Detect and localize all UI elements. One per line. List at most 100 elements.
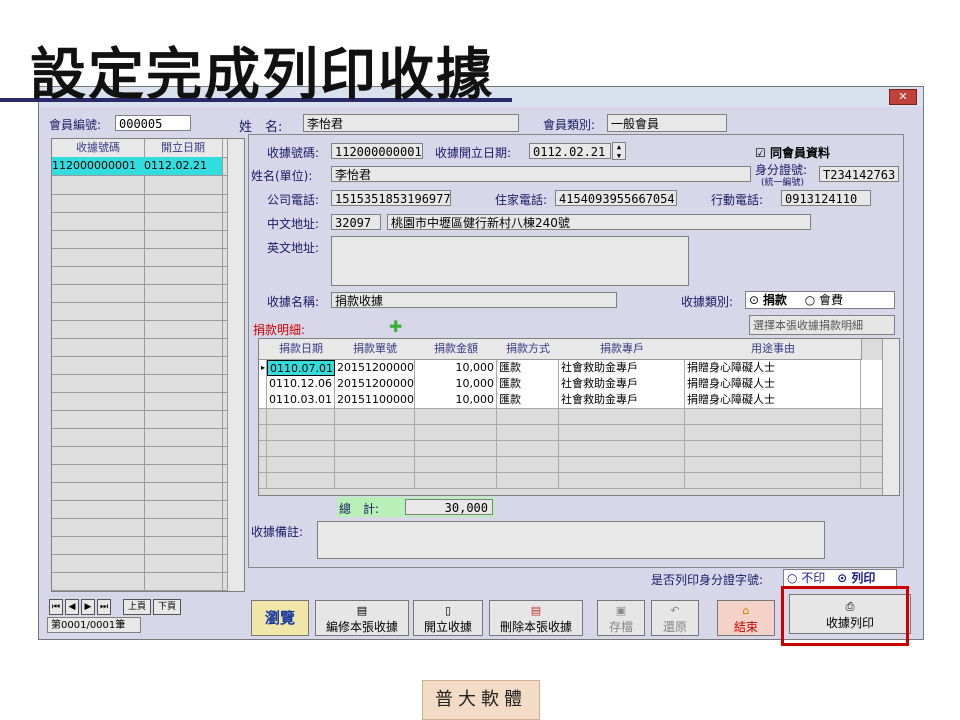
zip-field[interactable]: 32097 bbox=[331, 214, 381, 230]
row-selector[interactable] bbox=[259, 392, 267, 408]
receipt-name-field[interactable]: 捐款收據 bbox=[331, 292, 617, 308]
table-row[interactable] bbox=[52, 302, 244, 321]
select-detail-button[interactable]: 選擇本張收據捐款明細 bbox=[749, 315, 895, 335]
first-record-button[interactable]: ⏮ bbox=[49, 599, 63, 615]
row-selector[interactable] bbox=[259, 408, 267, 424]
table-row[interactable] bbox=[52, 410, 244, 429]
table-row[interactable]: 112000000001 0112.02.21 bbox=[52, 157, 244, 176]
name-field[interactable]: 李怡君 bbox=[303, 114, 519, 132]
cell-empty bbox=[144, 320, 223, 338]
detail-col-header[interactable]: 捐款日期 bbox=[267, 339, 336, 360]
table-row[interactable] bbox=[52, 356, 244, 375]
member-no-field[interactable]: 000005 bbox=[115, 115, 191, 131]
table-row[interactable]: ▸ 0110.07.01 201512000005 10,000 匯款 社會救助金專戶 捐贈… bbox=[259, 360, 883, 377]
edit-receipt-button[interactable]: ▤ 編修本張收據 bbox=[315, 600, 409, 636]
table-row[interactable] bbox=[52, 536, 244, 555]
table-row[interactable] bbox=[52, 428, 244, 447]
exit-label: 結束 bbox=[733, 620, 758, 634]
left-grid-scrollbar[interactable] bbox=[227, 139, 244, 591]
table-row[interactable] bbox=[259, 456, 883, 473]
row-selector[interactable]: ▸ bbox=[259, 360, 267, 376]
next-page-button[interactable]: 下頁 bbox=[153, 599, 181, 615]
detail-col-header[interactable]: 捐款單號 bbox=[335, 339, 416, 360]
issue-date-label: 收據開立日期: bbox=[435, 146, 512, 160]
table-row[interactable] bbox=[52, 248, 244, 267]
create-receipt-button[interactable]: ▯ 開立收據 bbox=[413, 600, 483, 636]
detail-col-header[interactable]: 捐款金額 bbox=[415, 339, 498, 360]
print-id-no-radio[interactable]: ○ 不印 bbox=[787, 571, 825, 585]
print-id-yes-radio[interactable]: ⊙ 列印 bbox=[837, 571, 875, 585]
table-row[interactable] bbox=[52, 212, 244, 231]
table-row[interactable]: 0110.12.06 201512000008 10,000 匯款 社會救助金專戶 捐贈身… bbox=[259, 376, 883, 393]
browse-button[interactable]: 瀏覽 bbox=[251, 600, 309, 636]
detail-col-header[interactable]: 捐款專戶 bbox=[559, 339, 686, 360]
table-row[interactable] bbox=[52, 482, 244, 501]
type-fee-radio[interactable]: ○ 會費 bbox=[805, 293, 843, 307]
row-selector[interactable] bbox=[259, 424, 267, 440]
receipt-no-field[interactable]: 112000000001 bbox=[331, 143, 423, 159]
id-no-field[interactable]: T234142763 bbox=[819, 166, 899, 182]
member-type-label: 會員類別: bbox=[543, 118, 596, 132]
company-phone-field[interactable]: 1515351853196977 bbox=[331, 190, 451, 206]
detail-table-scrollbar[interactable] bbox=[882, 339, 899, 495]
table-row[interactable] bbox=[52, 176, 244, 195]
table-row[interactable] bbox=[52, 284, 244, 303]
mobile-field[interactable]: 0913124110 bbox=[781, 190, 871, 206]
en-address-field[interactable] bbox=[331, 236, 689, 286]
restore-button[interactable]: ↶ 還原 bbox=[651, 600, 699, 636]
table-row[interactable] bbox=[52, 374, 244, 393]
detail-col-header[interactable]: 捐款方式 bbox=[497, 339, 560, 360]
type-fee-label: 會費 bbox=[819, 293, 844, 307]
close-button[interactable]: ✕ bbox=[889, 89, 917, 105]
table-row[interactable] bbox=[52, 554, 244, 573]
table-cell bbox=[267, 408, 335, 424]
same-member-checkbox[interactable]: ☑ 同會員資料 bbox=[755, 144, 830, 161]
table-row[interactable] bbox=[52, 266, 244, 285]
table-row[interactable] bbox=[52, 338, 244, 357]
type-donation-radio[interactable]: ⊙ 捐款 bbox=[749, 293, 787, 307]
remark-field[interactable] bbox=[317, 521, 825, 559]
last-record-button[interactable]: ⏭ bbox=[97, 599, 111, 615]
table-row[interactable] bbox=[259, 424, 883, 441]
mobile-label: 行動電話: bbox=[711, 193, 764, 207]
table-row[interactable] bbox=[52, 500, 244, 519]
row-selector[interactable] bbox=[259, 472, 267, 488]
table-row[interactable] bbox=[52, 230, 244, 249]
prev-record-button[interactable]: ◀ bbox=[65, 599, 79, 615]
exit-button[interactable]: ⌂ 結束 bbox=[717, 600, 775, 636]
date-spinner[interactable]: ▲ ▼ bbox=[612, 142, 626, 160]
delete-receipt-button[interactable]: ▤ 刪除本張收據 bbox=[489, 600, 583, 636]
cell-empty bbox=[144, 302, 223, 320]
table-cell: 匯款 bbox=[497, 360, 559, 376]
table-row[interactable] bbox=[52, 194, 244, 213]
col-header-issue-date[interactable]: 開立日期 bbox=[144, 139, 223, 157]
home-phone-field[interactable]: 4154093955667054 bbox=[555, 190, 677, 206]
table-row[interactable] bbox=[52, 464, 244, 483]
prev-page-button[interactable]: 上頁 bbox=[123, 599, 151, 615]
table-row[interactable]: 0110.03.01 201511000002 10,000 匯款 社會救助金專戶 捐贈身… bbox=[259, 392, 883, 409]
member-type-field[interactable]: 一般會員 bbox=[607, 114, 727, 132]
table-cell bbox=[267, 456, 335, 472]
type-donation-label: 捐款 bbox=[762, 293, 787, 307]
row-selector[interactable] bbox=[259, 440, 267, 456]
restore-label: 還原 bbox=[662, 620, 687, 634]
add-detail-icon[interactable]: ✚ bbox=[389, 317, 402, 336]
table-row[interactable] bbox=[259, 472, 883, 489]
detail-col-header[interactable]: 用途事由 bbox=[685, 339, 862, 360]
name-unit-field[interactable]: 李怡君 bbox=[331, 166, 751, 182]
cn-address-field[interactable]: 桃園市中壢區健行新村八棟240號 bbox=[387, 214, 811, 230]
next-record-button[interactable]: ▶ bbox=[81, 599, 95, 615]
issue-date-field[interactable]: 0112.02.21 bbox=[529, 143, 611, 159]
col-header-receipt-no[interactable]: 收據號碼 bbox=[52, 139, 145, 157]
table-row[interactable] bbox=[52, 320, 244, 339]
table-row[interactable] bbox=[52, 392, 244, 411]
table-row[interactable] bbox=[52, 446, 244, 465]
save-button[interactable]: ▣ 存檔 bbox=[597, 600, 645, 636]
cell-empty bbox=[52, 212, 145, 230]
table-row[interactable] bbox=[52, 572, 244, 591]
table-row[interactable] bbox=[52, 518, 244, 537]
row-selector[interactable] bbox=[259, 376, 267, 392]
row-selector[interactable] bbox=[259, 456, 267, 472]
table-row[interactable] bbox=[259, 408, 883, 425]
table-row[interactable] bbox=[259, 440, 883, 457]
